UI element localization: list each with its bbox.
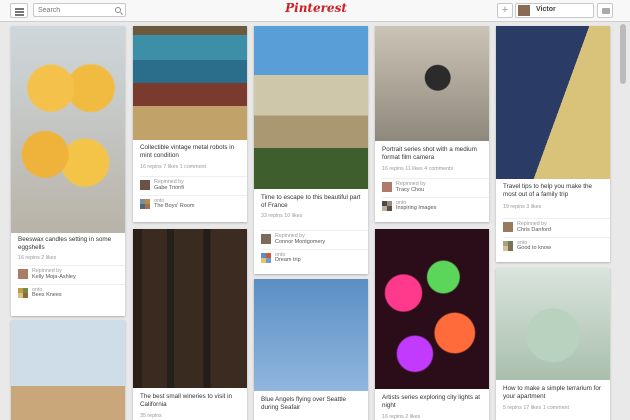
pin-description: The best small wineries to visit in Cali…: [140, 393, 233, 408]
board-name[interactable]: Dream trip: [275, 257, 301, 263]
pin-description: Collectible vintage metal robots in mint…: [140, 144, 235, 159]
menu-button[interactable]: [10, 3, 28, 18]
pin-description: Portrait series shot with a medium forma…: [382, 146, 477, 161]
plus-icon: +: [501, 4, 509, 16]
repinned-by-row[interactable]: Repinned by Chris Danford: [503, 218, 610, 235]
avatar: [518, 5, 530, 16]
board-row[interactable]: onto Inspiring Images: [382, 197, 489, 212]
pin-stats: 19 repins 3 likes: [503, 204, 542, 210]
pin-image[interactable]: [11, 26, 125, 233]
pin-description: Beeswax candles setting in some eggshell…: [18, 236, 112, 251]
repinner-name[interactable]: Gabe Trionfi: [154, 185, 184, 191]
pin-stats: 16 repins 2 likes: [18, 255, 57, 261]
pin-card[interactable]: The best small wineries to visit in Cali…: [133, 229, 247, 420]
pin-card[interactable]: Time to escape to this beautiful part of…: [254, 26, 368, 274]
pin-image[interactable]: [254, 279, 368, 391]
pin-image[interactable]: [133, 229, 247, 388]
pin-card[interactable]: [11, 320, 125, 420]
pin-image[interactable]: [375, 26, 489, 141]
board-thumbnail: [382, 201, 392, 211]
pin-image[interactable]: [11, 320, 125, 420]
pin-description: Blue Angels flying over Seattle during S…: [261, 396, 347, 411]
pin-card[interactable]: Artists series exploring city lights at …: [375, 229, 489, 420]
pin-stats: 5 repins 17 likes 1 comment: [503, 405, 569, 411]
pin-image[interactable]: [496, 268, 610, 380]
user-menu-button[interactable]: Victor: [515, 3, 594, 18]
pin-card[interactable]: Blue Angels flying over Seattle during S…: [254, 279, 368, 420]
pin-stats: 35 repins: [140, 413, 162, 419]
board-name[interactable]: Bees Knees: [32, 292, 62, 298]
repinner-name[interactable]: Kelly Moja-Ashley: [32, 274, 76, 280]
repinner-name[interactable]: Tracy Chou: [396, 187, 424, 193]
pinterest-logo[interactable]: Pinterest: [276, 1, 356, 15]
top-bar: Pinterest + Victor: [0, 0, 630, 22]
repinned-by-row[interactable]: Repinned by Kelly Moja-Ashley: [18, 265, 125, 282]
pin-stats: 33 repins 10 likes: [261, 213, 303, 219]
notifications-button[interactable]: [597, 3, 613, 18]
pin-stats: 16 repins 11 likes 4 comments: [382, 166, 454, 172]
repinned-by-row[interactable]: Repinned by Tracy Chou: [382, 178, 489, 195]
pin-card[interactable]: Collectible vintage metal robots in mint…: [133, 26, 247, 222]
pin-card[interactable]: Beeswax candles setting in some eggshell…: [11, 26, 125, 316]
avatar: [18, 269, 28, 279]
board-thumbnail: [140, 199, 150, 209]
pin-stats: 16 repins 7 likes 1 comment: [140, 164, 206, 170]
board-name[interactable]: Inspiring Images: [396, 205, 436, 211]
repinned-by-row[interactable]: Repinned by Gabe Trionfi: [140, 176, 247, 193]
pin-image[interactable]: [133, 26, 247, 140]
pin-description: Travel tips to help you make the most ou…: [503, 183, 593, 198]
pin-image[interactable]: [375, 229, 489, 389]
avatar: [503, 222, 513, 232]
board-thumbnail: [18, 288, 28, 298]
pin-stats: 16 repins 2 likes: [382, 414, 421, 420]
repinned-by-row[interactable]: Repinned by Connor Montgomery: [261, 230, 368, 247]
user-name: Victor: [536, 6, 556, 13]
board-row[interactable]: onto Good to know: [503, 237, 610, 252]
message-icon: [602, 8, 610, 14]
scrollbar[interactable]: [620, 24, 626, 84]
search-box[interactable]: [33, 3, 126, 17]
pin-card[interactable]: Travel tips to help you make the most ou…: [496, 26, 610, 262]
pin-card[interactable]: Portrait series shot with a medium forma…: [375, 26, 489, 222]
pin-description: Time to escape to this beautiful part of…: [261, 194, 361, 209]
board-name[interactable]: The Boys' Room: [154, 203, 194, 209]
pin-description: How to make a simple terrarium for your …: [503, 385, 601, 400]
board-thumbnail: [503, 241, 513, 251]
pin-image[interactable]: [254, 26, 368, 189]
board-name[interactable]: Good to know: [517, 245, 551, 251]
avatar: [261, 234, 271, 244]
add-pin-button[interactable]: +: [497, 3, 513, 18]
pin-card[interactable]: How to make a simple terrarium for your …: [496, 268, 610, 420]
board-thumbnail: [261, 253, 271, 263]
avatar: [140, 180, 150, 190]
board-row[interactable]: onto Dream trip: [261, 249, 368, 264]
avatar: [382, 182, 392, 192]
board-row[interactable]: onto Bees Knees: [18, 284, 125, 299]
search-input[interactable]: [34, 4, 110, 16]
board-row[interactable]: onto The Boys' Room: [140, 195, 247, 210]
pin-image[interactable]: [496, 26, 610, 179]
repinner-name[interactable]: Chris Danford: [517, 227, 551, 233]
search-icon[interactable]: [115, 7, 121, 13]
repinner-name[interactable]: Connor Montgomery: [275, 239, 325, 245]
pin-description: Artists series exploring city lights at …: [382, 394, 480, 409]
